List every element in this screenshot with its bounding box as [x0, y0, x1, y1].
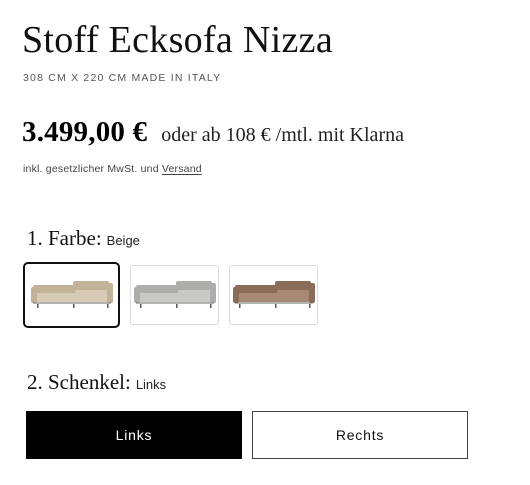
- color-option-label: 1. Farbe: Beige: [27, 226, 140, 251]
- selected-color-value: Beige: [106, 233, 140, 248]
- leg-option-label: 2. Schenkel: Links: [27, 370, 166, 395]
- leg-links-button[interactable]: Links: [26, 411, 242, 459]
- shipping-link[interactable]: Versand: [162, 163, 202, 175]
- color-swatch-beige[interactable]: [23, 262, 120, 328]
- leg-rechts-button[interactable]: Rechts: [252, 411, 468, 459]
- leg-button-group: Links Rechts: [26, 411, 468, 459]
- sofa-beige-icon: [30, 281, 113, 308]
- product-title: Stoff Ecksofa Nizza: [22, 19, 333, 61]
- color-swatch-grau[interactable]: [130, 265, 219, 325]
- tax-text: inkl. gesetzlicher MwSt. und: [23, 163, 159, 175]
- color-swatch-braun[interactable]: [229, 265, 318, 325]
- selected-leg-value: Links: [135, 377, 167, 392]
- sofa-brown-icon: [232, 281, 315, 308]
- product-price: 3.499,00 €: [22, 116, 148, 148]
- product-subtitle: 308 CM X 220 CM MADE IN ITALY: [23, 72, 222, 84]
- tax-info: inkl. gesetzlicher MwSt. und Versand: [23, 163, 202, 175]
- leg-label-text: 2. Schenkel:: [27, 370, 131, 394]
- sofa-grey-icon: [133, 281, 216, 308]
- color-swatch-list: [23, 262, 318, 328]
- price-row: 3.499,00 € oder ab 108 € /mtl. mit Klarn…: [22, 116, 404, 149]
- color-label-text: 1. Farbe:: [27, 226, 102, 250]
- klarna-financing-text: oder ab 108 € /mtl. mit Klarna: [161, 124, 404, 146]
